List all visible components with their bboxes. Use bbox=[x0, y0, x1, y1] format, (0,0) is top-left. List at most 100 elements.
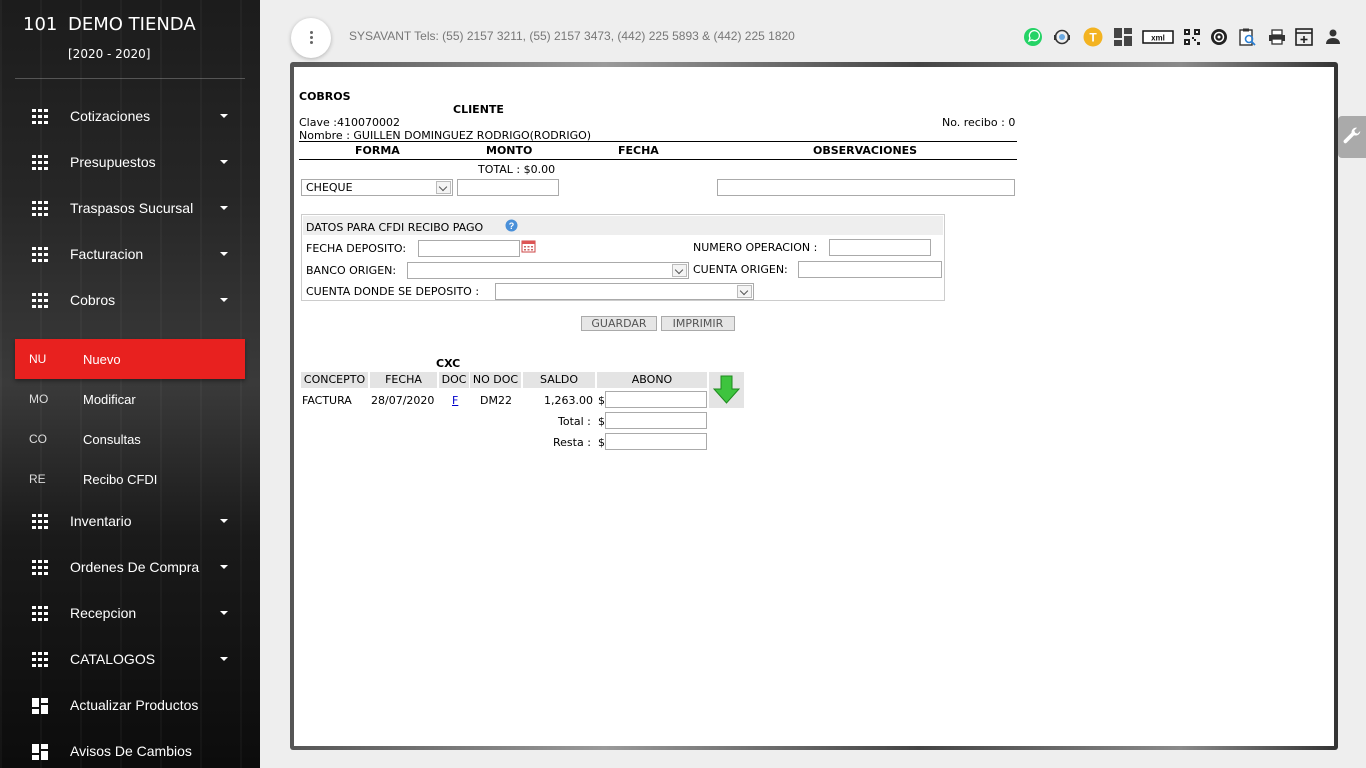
cxc-title: CXC bbox=[436, 357, 461, 370]
caret-down-icon bbox=[220, 206, 228, 210]
row-no-doc: DM22 bbox=[480, 394, 512, 407]
support-agent-icon[interactable] bbox=[1052, 27, 1072, 47]
calendar-icon[interactable] bbox=[521, 239, 536, 253]
divider bbox=[299, 159, 1017, 160]
submenu-item-consultas[interactable]: CO Consultas bbox=[15, 419, 245, 459]
cuenta-deposito-select[interactable] bbox=[495, 283, 754, 300]
form-title: COBROS bbox=[299, 90, 351, 103]
row-fecha: 28/07/2020 bbox=[371, 394, 435, 407]
banco-origen-select[interactable] bbox=[407, 262, 689, 279]
store-name: DEMO TIENDA bbox=[68, 14, 196, 35]
arrow-down-icon[interactable] bbox=[709, 372, 744, 408]
more-menu-button[interactable] bbox=[291, 18, 331, 58]
print-icon[interactable] bbox=[1267, 27, 1287, 47]
banco-origen-label: BANCO ORIGEN: bbox=[306, 264, 397, 277]
clipboard-search-icon[interactable] bbox=[1237, 27, 1257, 47]
currency-symbol: $ bbox=[598, 415, 605, 428]
caret-down-icon bbox=[220, 252, 228, 256]
sidebar-item-label: Actualizar Productos bbox=[70, 697, 199, 713]
submenu-item-modificar[interactable]: MO Modificar bbox=[15, 379, 245, 419]
sidebar-item-ordenes-de-compra[interactable]: Ordenes De Compra bbox=[0, 548, 260, 586]
total-text: TOTAL : $0.00 bbox=[478, 163, 556, 176]
sidebar-item-label: Facturacion bbox=[70, 246, 144, 262]
chevron-down-icon bbox=[672, 264, 687, 277]
wrench-icon bbox=[1343, 127, 1361, 144]
clave-text: Clave :410070002 bbox=[299, 116, 400, 129]
dashboard-icon[interactable] bbox=[1113, 27, 1133, 47]
col-forma: FORMA bbox=[355, 144, 400, 157]
total-input[interactable] bbox=[605, 412, 707, 429]
sidebar-item-label: Cobros bbox=[70, 292, 116, 308]
whatsapp-icon[interactable] bbox=[1023, 27, 1043, 47]
grid-icon bbox=[32, 293, 48, 308]
cliente-header: CLIENTE bbox=[453, 103, 504, 116]
row-doc-link[interactable]: F bbox=[452, 394, 458, 407]
forma-select[interactable]: CHEQUE bbox=[301, 179, 453, 196]
sidebar-item-label: Ordenes De Compra bbox=[70, 559, 200, 575]
divider bbox=[299, 141, 1017, 142]
user-icon[interactable] bbox=[1323, 27, 1343, 47]
monto-input[interactable] bbox=[457, 179, 559, 196]
th-abono: ABONO bbox=[597, 372, 707, 388]
sidebar-item-cotizaciones[interactable]: Cotizaciones bbox=[0, 97, 260, 135]
submenu-abbr: RE bbox=[29, 472, 46, 486]
sidebar-item-avisos-de-cambios[interactable]: Avisos De Cambios bbox=[0, 732, 260, 768]
currency-symbol: $ bbox=[598, 436, 605, 449]
fecha-deposito-label: FECHA DEPOSITO: bbox=[306, 242, 407, 255]
cobros-form: COBROS CLIENTE Clave :410070002 No. reci… bbox=[294, 67, 1334, 746]
sidebar-item-label: Inventario bbox=[70, 513, 132, 529]
resta-label: Resta : bbox=[553, 436, 591, 449]
sidebar-item-facturacion[interactable]: Facturacion bbox=[0, 235, 260, 273]
sidebar-item-traspasos[interactable]: Traspasos Sucursal bbox=[0, 189, 260, 227]
sidebar: 101 DEMO TIENDA [2020 - 2020] Cotizacion… bbox=[0, 0, 260, 768]
sidebar-item-presupuestos[interactable]: Presupuestos bbox=[0, 143, 260, 181]
resta-input[interactable] bbox=[605, 433, 707, 450]
caret-down-icon bbox=[220, 519, 228, 523]
currency-symbol: $ bbox=[598, 394, 605, 407]
row-concepto: FACTURA bbox=[302, 394, 352, 407]
col-observaciones: OBSERVACIONES bbox=[813, 144, 918, 157]
caret-down-icon bbox=[220, 611, 228, 615]
t-badge-icon[interactable]: T bbox=[1083, 27, 1103, 47]
abono-input[interactable] bbox=[605, 391, 707, 408]
grid-icon bbox=[32, 109, 48, 124]
imprimir-button[interactable]: IMPRIMIR bbox=[661, 316, 735, 331]
settings-circle-icon[interactable] bbox=[1209, 27, 1229, 47]
observaciones-input[interactable] bbox=[717, 179, 1015, 196]
sidebar-item-inventario[interactable]: Inventario bbox=[0, 502, 260, 540]
svg-text:xml: xml bbox=[1151, 34, 1165, 43]
numero-operacion-label: NUMERO OPERACION : bbox=[693, 241, 818, 254]
recibo-number: No. recibo : 0 bbox=[942, 116, 1016, 129]
cuenta-origen-input[interactable] bbox=[798, 261, 942, 278]
fecha-deposito-input[interactable] bbox=[418, 240, 520, 257]
grid-icon bbox=[32, 155, 48, 170]
main-panel: COBROS CLIENTE Clave :410070002 No. reci… bbox=[290, 62, 1338, 750]
help-icon[interactable]: ? bbox=[505, 219, 518, 232]
qr-code-icon[interactable] bbox=[1182, 27, 1202, 47]
submenu-abbr: MO bbox=[29, 392, 49, 406]
submenu-item-recibo-cfdi[interactable]: RE Recibo CFDI bbox=[15, 459, 245, 499]
submenu-abbr: NU bbox=[29, 352, 47, 366]
sidebar-item-recepcion[interactable]: Recepcion bbox=[0, 594, 260, 632]
th-fecha: FECHA bbox=[370, 372, 437, 388]
caret-down-icon bbox=[220, 298, 228, 302]
sidebar-item-cobros[interactable]: Cobros bbox=[0, 281, 260, 319]
grid-icon bbox=[32, 560, 48, 575]
xml-icon[interactable]: xml bbox=[1142, 27, 1174, 47]
sidebar-item-label: Traspasos Sucursal bbox=[70, 200, 194, 216]
sidebar-item-label: Recepcion bbox=[70, 605, 137, 621]
sidebar-item-label: Avisos De Cambios bbox=[70, 743, 192, 759]
submenu-item-nuevo[interactable]: NU Nuevo bbox=[15, 339, 245, 379]
submenu-label: Modificar bbox=[83, 392, 136, 407]
col-monto: MONTO bbox=[486, 144, 533, 157]
sidebar-item-label: Presupuestos bbox=[70, 154, 156, 170]
tools-tab[interactable] bbox=[1338, 116, 1366, 158]
sidebar-item-catalogos[interactable]: CATALOGOS bbox=[0, 640, 260, 678]
new-window-icon[interactable] bbox=[1294, 27, 1314, 47]
th-saldo: SALDO bbox=[523, 372, 595, 388]
caret-down-icon bbox=[220, 657, 228, 661]
dashboard-icon bbox=[32, 744, 48, 760]
numero-operacion-input[interactable] bbox=[829, 239, 931, 256]
sidebar-item-actualizar-productos[interactable]: Actualizar Productos bbox=[0, 686, 260, 724]
guardar-button[interactable]: GUARDAR bbox=[581, 316, 657, 331]
